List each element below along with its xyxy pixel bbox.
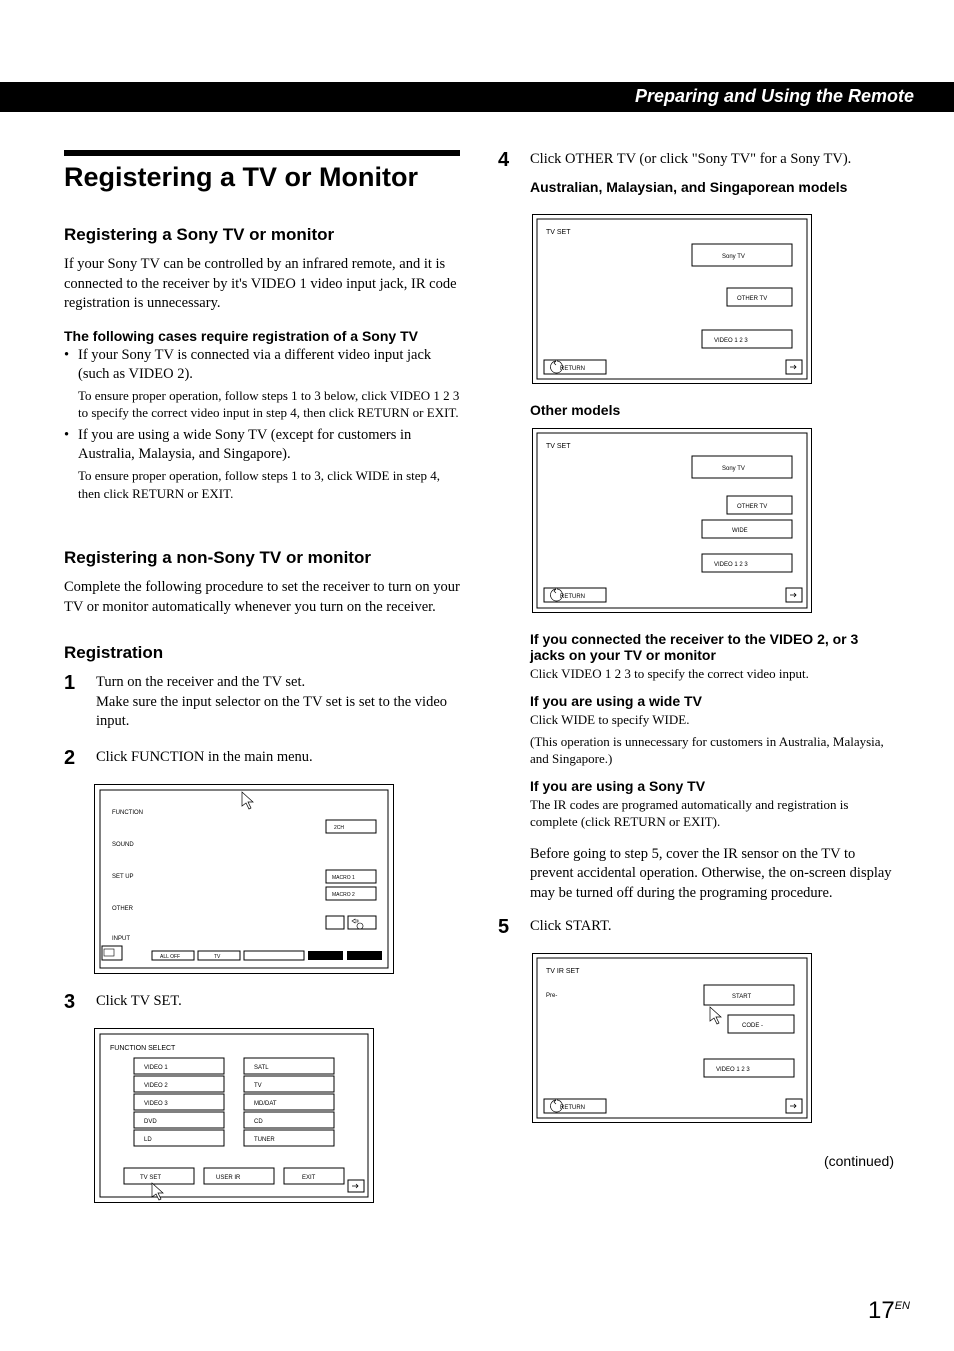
screenshot-tv-set-aus: TV SET Sony TV OTHER TV VIDEO 1 2 3 RETU… [532, 214, 812, 384]
para-wide-1: Click WIDE to specify WIDE. [530, 711, 894, 729]
svg-text:MACRO 2: MACRO 2 [332, 892, 355, 898]
step-5-text: Click START. [530, 917, 894, 937]
step-number-3: 3 [64, 992, 80, 1012]
svg-text:START: START [732, 994, 751, 1000]
svg-text:VIDEO 1 2 3: VIDEO 1 2 3 [714, 562, 748, 568]
continued-label: (continued) [498, 1153, 894, 1169]
step-number-5: 5 [498, 917, 514, 937]
heading-video23: If you connected the receiver to the VID… [530, 631, 894, 663]
title-rule [64, 150, 460, 156]
para-sony-tv: If your Sony TV can be controlled by an … [64, 255, 460, 314]
svg-text:VIDEO 1: VIDEO 1 [144, 1065, 168, 1071]
svg-text:VIDEO 2: VIDEO 2 [144, 1083, 168, 1089]
para-video23: Click VIDEO 1 2 3 to specify the correct… [530, 665, 894, 683]
svg-text:MACRO 1: MACRO 1 [332, 875, 355, 881]
svg-text:VIDEO 1 2 3: VIDEO 1 2 3 [714, 338, 748, 344]
svg-text:RETURN: RETURN [560, 366, 585, 372]
svg-text:MD/DAT: MD/DAT [254, 1101, 277, 1107]
step-1-line-1: Turn on the receiver and the TV set. [96, 674, 305, 690]
svg-text:TV SET: TV SET [546, 229, 571, 236]
bullet-different-input: If your Sony TV is connected via a diffe… [64, 346, 460, 422]
svg-text:USER IR: USER IR [216, 1175, 241, 1181]
caption-aus-models: Australian, Malaysian, and Singaporean m… [530, 178, 894, 197]
svg-text:Pre-: Pre- [546, 993, 557, 999]
svg-text:TV: TV [214, 954, 221, 960]
step-number-2: 2 [64, 748, 80, 768]
header-section-title: Preparing and Using the Remote [635, 86, 914, 107]
para-before-5: Before going to step 5, cover the IR sen… [530, 845, 894, 904]
step-number-4: 4 [498, 150, 514, 198]
svg-text:EXIT: EXIT [302, 1175, 316, 1181]
para-wide-2: (This operation is unnecessary for custo… [530, 733, 894, 768]
svg-text:2CH: 2CH [334, 825, 344, 831]
svg-text:Sony TV: Sony TV [722, 466, 745, 472]
svg-text:DVD: DVD [144, 1119, 157, 1125]
svg-text:CODE -: CODE - [742, 1023, 763, 1029]
svg-text:FUNCTION: FUNCTION [112, 810, 143, 816]
svg-text:RETURN: RETURN [560, 1105, 585, 1111]
svg-text:OTHER: OTHER [112, 906, 134, 912]
step-2-text: Click FUNCTION in the main menu. [96, 748, 460, 768]
svg-text:SET UP: SET UP [112, 874, 134, 880]
svg-text:LD: LD [144, 1137, 152, 1143]
svg-text:SOUND: SOUND [112, 842, 134, 848]
step-4-text: Click OTHER TV (or click "Sony TV" for a… [530, 150, 894, 170]
svg-text:VIDEO 3: VIDEO 3 [144, 1101, 168, 1107]
caption-other-models: Other models [530, 402, 894, 418]
heading-sony-tv: Registering a Sony TV or monitor [64, 225, 460, 245]
heading-registration: Registration [64, 643, 460, 663]
heading-cases: The following cases require registration… [64, 328, 460, 344]
screenshot-tv-set-other: TV SET Sony TV OTHER TV WIDE VIDEO 1 2 3… [532, 428, 812, 613]
svg-text:TV: TV [254, 1083, 262, 1089]
step-3-text: Click TV SET. [96, 992, 460, 1012]
svg-text:TUNER: TUNER [254, 1137, 275, 1143]
svg-text:ALL OFF: ALL OFF [160, 954, 180, 960]
heading-sony-ir: If you are using a Sony TV [530, 778, 894, 794]
svg-text:RETURN: RETURN [560, 594, 585, 600]
page-number: 17EN [868, 1297, 910, 1325]
screenshot-main-menu: FUNCTION SOUND SET UP OTHER INPUT 2CH MA… [94, 784, 394, 974]
svg-text:OTHER TV: OTHER TV [737, 296, 767, 302]
main-heading: Registering a TV or Monitor [64, 162, 460, 193]
svg-text:FUNCTION SELECT: FUNCTION SELECT [110, 1045, 176, 1052]
step-number-1: 1 [64, 673, 80, 732]
svg-text:TV IR SET: TV IR SET [546, 968, 580, 975]
svg-text:WIDE: WIDE [732, 528, 748, 534]
para-nonsony-tv: Complete the following procedure to set … [64, 578, 460, 617]
svg-text:CD: CD [254, 1119, 263, 1125]
svg-text:Sony TV: Sony TV [722, 254, 745, 260]
svg-text:TV SET: TV SET [140, 1175, 161, 1181]
svg-text:OTHER TV: OTHER TV [737, 504, 767, 510]
svg-text:SATL: SATL [254, 1065, 269, 1071]
heading-wide-tv: If you are using a wide TV [530, 693, 894, 709]
svg-text:INPUT: INPUT [112, 936, 130, 942]
heading-nonsony-tv: Registering a non-Sony TV or monitor [64, 548, 460, 568]
step-1-line-2: Make sure the input selector on the TV s… [96, 694, 447, 730]
screenshot-ir-set: TV IR SET Pre- START CODE - VIDEO 1 2 3 … [532, 953, 812, 1123]
screenshot-function-select: FUNCTION SELECT VIDEO 1 VIDEO 2 VIDEO 3 DVD… [94, 1028, 374, 1203]
bullet-wide-tv: If you are using a wide Sony TV (except … [64, 426, 460, 502]
para-sony-ir: The IR codes are programed automatically… [530, 796, 894, 831]
svg-text:VIDEO 1 2 3: VIDEO 1 2 3 [716, 1067, 750, 1073]
svg-text:TV SET: TV SET [546, 443, 571, 450]
